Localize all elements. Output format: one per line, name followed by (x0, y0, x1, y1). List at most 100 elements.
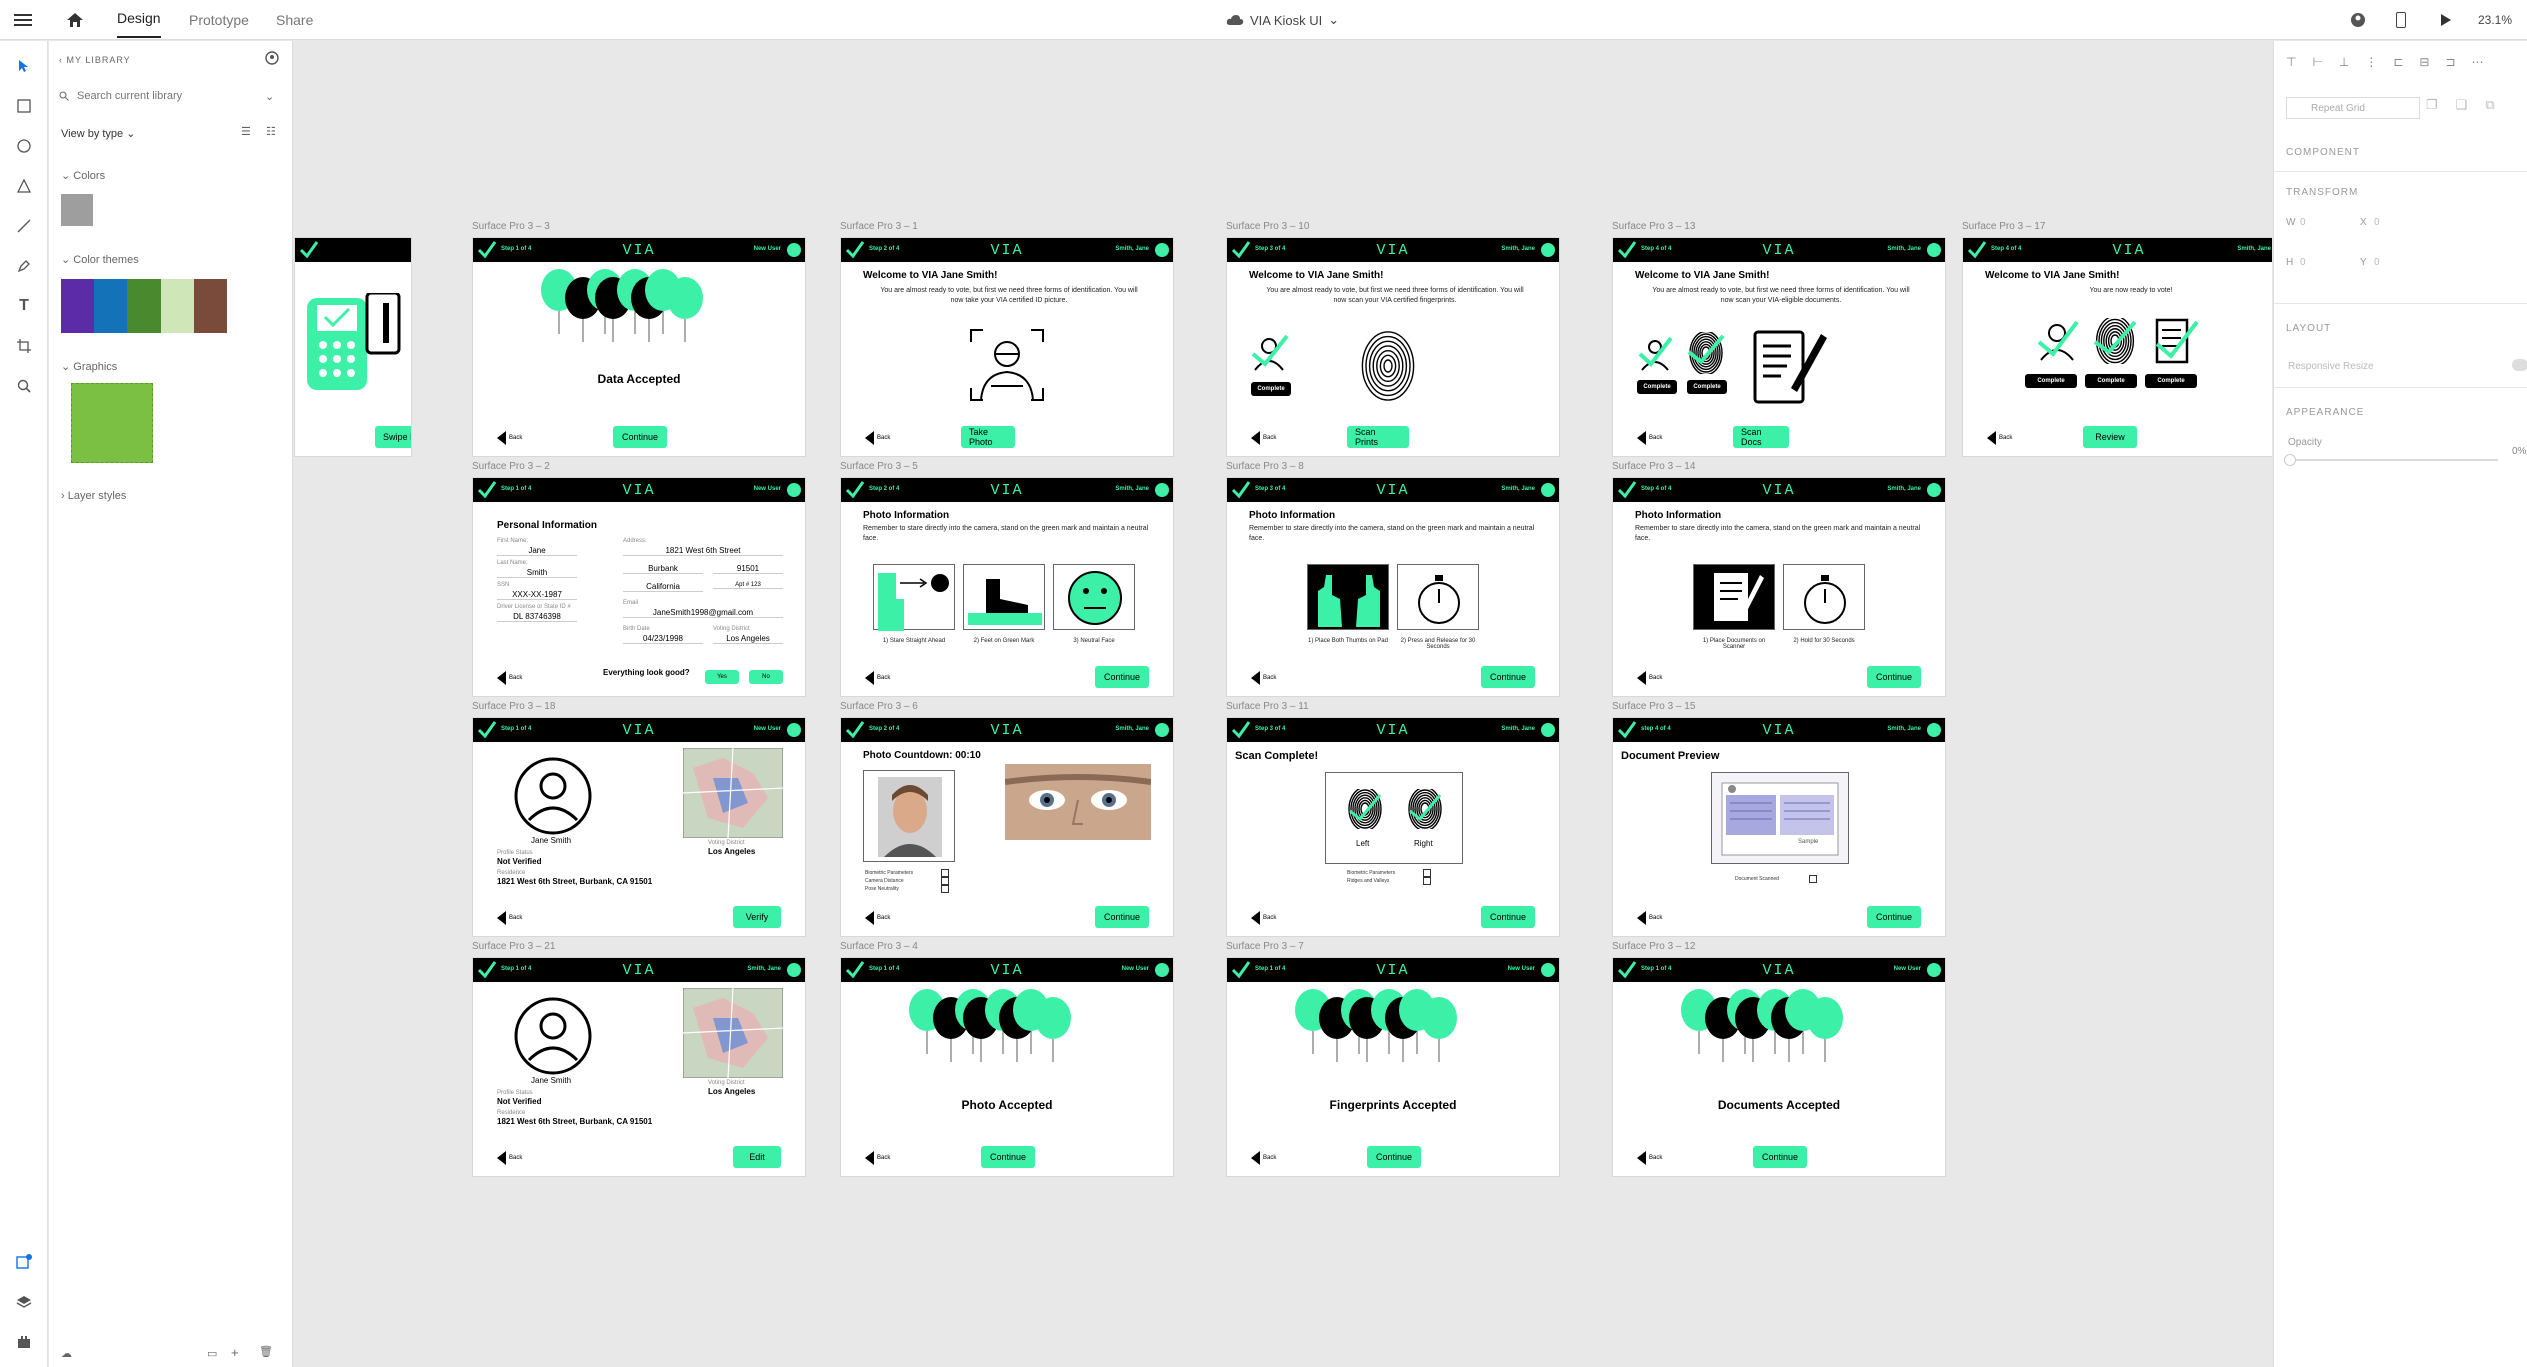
address-field[interactable]: 1821 West 6th Street (623, 546, 783, 556)
align-left-icon[interactable]: ⊏ (2393, 55, 2403, 69)
artboard-a3_2[interactable]: Step 1 of 4 VIA New User Personal Inform… (472, 477, 806, 697)
artboard-a3_17[interactable]: Step 4 of 4 VIA Smith, Jane Welcome to V… (1962, 237, 2272, 457)
birth-date-field[interactable]: 04/23/1998 (623, 634, 703, 644)
theme-color-4[interactable] (160, 279, 194, 333)
document-title[interactable]: VIA Kiosk UI ⌄ (1226, 0, 1339, 40)
primary-action-button[interactable]: Review (2083, 426, 2137, 448)
polygon-tool-icon[interactable] (13, 175, 35, 197)
artboard-a3_11[interactable]: Step 3 of 4 VIA Smith, Jane Scan Complet… (1226, 717, 1560, 937)
sort-icon[interactable]: ☰ (241, 125, 251, 138)
continue-button[interactable]: Continue (1867, 906, 1921, 928)
artboard-a3_13[interactable]: Step 4 of 4 VIA Smith, Jane Welcome to V… (1612, 237, 1946, 457)
color-swatch[interactable] (61, 194, 93, 226)
user-avatar-icon[interactable] (1541, 483, 1555, 497)
artboard-a3_7[interactable]: Step 1 of 4 VIA New User Fingerprints Ac… (1226, 957, 1560, 1177)
artboard-tool-icon[interactable] (13, 335, 35, 357)
zoom-tool-icon[interactable] (13, 375, 35, 397)
library-user-icon[interactable] (265, 51, 279, 68)
layers-icon[interactable] (13, 1291, 35, 1313)
continue-button[interactable]: Continue (1481, 666, 1535, 688)
apt-field[interactable]: Apt # 123 (713, 582, 783, 589)
primary-action-button[interactable]: Scan Docs (1733, 426, 1789, 448)
first-name-field[interactable]: Jane (497, 546, 577, 556)
home-icon[interactable] (66, 0, 84, 40)
library-search[interactable]: ⌄ (59, 85, 283, 107)
back-button[interactable]: Back (1987, 431, 2012, 445)
user-avatar-icon[interactable] (1927, 483, 1941, 497)
colors-section[interactable]: ⌄ Colors (61, 169, 105, 182)
add-icon[interactable]: + (231, 1345, 239, 1360)
trash-icon[interactable]: 🗑 (259, 1345, 273, 1358)
back-button[interactable]: Back (1251, 1151, 1276, 1165)
ridges-checkbox[interactable] (1423, 877, 1431, 885)
artboard-label[interactable]: Surface Pro 3 – 8 (1226, 461, 1304, 472)
artboard-a3_1[interactable]: Step 2 of 4 VIA Smith, Jane Welcome to V… (840, 237, 1174, 457)
user-avatar-icon[interactable] (2350, 0, 2366, 40)
text-tool-icon[interactable]: T (13, 295, 35, 317)
design-canvas[interactable]: Swipe ID Surface Pro 3 – 3 Step 1 of 4 V… (294, 41, 2272, 1367)
play-icon[interactable] (2440, 0, 2452, 40)
artboard-a3_21[interactable]: Step 1 of 4 VIA Smith, Jane Jane Smith P… (472, 957, 806, 1177)
back-button[interactable]: Back (497, 1151, 522, 1165)
edit-button[interactable]: Edit (733, 1146, 781, 1168)
pose-checkbox[interactable] (941, 885, 949, 893)
artboard-label[interactable]: Surface Pro 3 – 21 (472, 941, 555, 952)
align-toolbar[interactable]: ⊤ ⊢ ⊥ ⋮ ⊏ ⊟ ⊐ ⋯ (2286, 55, 2484, 69)
folder-icon[interactable]: ▭ (207, 1347, 217, 1360)
artboard-label[interactable]: Surface Pro 3 – 11 (1226, 701, 1309, 712)
artboard-a3_18[interactable]: Step 1 of 4 VIA New User Jane Smith Prof… (472, 717, 806, 937)
h-field[interactable]: 0 (2300, 257, 2307, 268)
artboard-label[interactable]: Surface Pro 3 – 2 (472, 461, 550, 472)
theme-color-3[interactable] (127, 279, 161, 333)
back-button[interactable]: Back (1637, 1151, 1662, 1165)
back-button[interactable]: Back (497, 911, 522, 925)
ssn-field[interactable]: XXX-XX-1987 (497, 590, 577, 600)
ellipse-tool-icon[interactable] (13, 135, 35, 157)
layer-styles-section[interactable]: › Layer styles (61, 490, 126, 502)
artboard-a3_3[interactable]: Step 1 of 4 VIA New User Data Accepted Ba… (472, 237, 806, 457)
artboard-label[interactable]: Surface Pro 3 – 12 (1612, 941, 1695, 952)
verify-button[interactable]: Verify (733, 906, 781, 928)
user-avatar-icon[interactable] (1155, 723, 1169, 737)
user-avatar-icon[interactable] (787, 723, 801, 737)
tab-prototype[interactable]: Prototype (189, 0, 249, 40)
continue-button[interactable]: Continue (1481, 906, 1535, 928)
email-field[interactable]: JaneSmith1998@gmail.com (623, 608, 783, 618)
artboard-label[interactable]: Surface Pro 3 – 3 (472, 221, 550, 232)
tab-design[interactable]: Design (117, 0, 161, 38)
continue-button[interactable]: Continue (613, 426, 667, 448)
align-right-icon[interactable]: ⊐ (2445, 55, 2455, 69)
view-by-dropdown[interactable]: View by type ⌄ (61, 127, 135, 140)
select-tool-icon[interactable] (13, 55, 35, 77)
continue-button[interactable]: Continue (1095, 906, 1149, 928)
hamburger-menu-icon[interactable] (14, 0, 32, 40)
artboard-label[interactable]: Surface Pro 3 – 14 (1612, 461, 1695, 472)
zip-field[interactable]: 91501 (713, 564, 783, 574)
align-middle-icon[interactable]: ⊢ (2312, 55, 2322, 69)
user-avatar-icon[interactable] (1155, 963, 1169, 977)
repeat-grid-button[interactable]: Repeat Grid (2286, 97, 2420, 119)
back-button[interactable]: Back (1637, 671, 1662, 685)
opacity-slider[interactable] (2284, 454, 2498, 466)
back-button[interactable]: Back (1251, 431, 1276, 445)
artboard-label[interactable]: Surface Pro 3 – 10 (1226, 221, 1309, 232)
distribute-v-icon[interactable]: ⋮ (2365, 55, 2377, 69)
distance-checkbox[interactable] (941, 877, 949, 885)
opacity-slider-thumb[interactable] (2284, 454, 2296, 466)
user-avatar-icon[interactable] (1155, 243, 1169, 257)
line-tool-icon[interactable] (13, 215, 35, 237)
biometric-checkbox[interactable] (1423, 869, 1431, 877)
artboard-label[interactable]: Surface Pro 3 – 18 (472, 701, 555, 712)
artboard-label[interactable]: Surface Pro 3 – 6 (840, 701, 918, 712)
distribute-h-icon[interactable]: ⋯ (2472, 55, 2484, 69)
artboard-a3_12[interactable]: Step 1 of 4 VIA New User Documents Accep… (1612, 957, 1946, 1177)
theme-color-1[interactable] (61, 279, 95, 333)
document-scanned-checkbox[interactable] (1809, 875, 1817, 883)
artboard-a3_5[interactable]: Step 2 of 4 VIA Smith, Jane Photo Inform… (840, 477, 1174, 697)
primary-action-button[interactable]: Scan Prints (1347, 426, 1409, 448)
align-top-icon[interactable]: ⊤ (2286, 55, 2296, 69)
back-button[interactable]: Back (1637, 911, 1662, 925)
last-name-field[interactable]: Smith (497, 568, 577, 578)
assets-panel-icon[interactable] (13, 1251, 35, 1273)
state-field[interactable]: California (623, 582, 703, 592)
